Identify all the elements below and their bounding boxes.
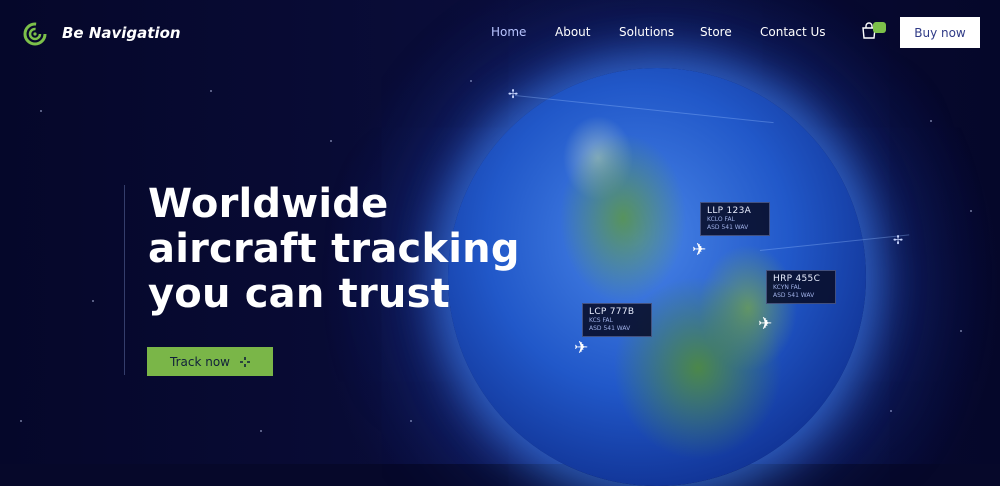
brand-name[interactable]: Be Navigation <box>62 24 181 42</box>
nav-store[interactable]: Store <box>700 25 732 39</box>
plane-icon[interactable]: ✈ <box>758 316 772 333</box>
hero-title-line: Worldwide <box>148 181 389 227</box>
flight-route: ASD 541 WAV <box>773 292 815 299</box>
track-now-label: Track now <box>170 354 230 369</box>
buy-now-button[interactable]: Buy now <box>900 17 980 48</box>
nav-contact-us[interactable]: Contact Us <box>760 25 826 39</box>
flight-origin: KCLO FAL <box>707 216 735 223</box>
nav-about[interactable]: About <box>555 25 590 39</box>
logo-icon[interactable] <box>23 22 47 46</box>
site-header: Be Navigation Home About Solutions Store… <box>0 0 1000 66</box>
hero-title-line: aircraft tracking <box>148 226 520 272</box>
cart-badge <box>873 22 886 33</box>
flight-tag[interactable]: HRP 455C KCYN FAL ASD 541 WAV <box>766 270 836 304</box>
flight-code: LLP 123A <box>707 206 752 216</box>
flight-origin: KCS FAL <box>589 317 613 324</box>
track-now-button[interactable]: Track now <box>147 347 273 376</box>
satellite-icon: ✢ <box>893 233 904 247</box>
nav-solutions[interactable]: Solutions <box>619 25 674 39</box>
flight-code: HRP 455C <box>773 274 821 284</box>
plane-icon[interactable]: ✈ <box>574 340 588 357</box>
hero-title-line: you can trust <box>148 271 450 317</box>
flight-code: LCP 777B <box>589 307 635 317</box>
hero-title: Worldwide aircraft tracking you can trus… <box>148 182 568 317</box>
plane-icon[interactable]: ✈ <box>692 242 706 259</box>
crosshair-icon <box>239 356 250 367</box>
flight-tag[interactable]: LLP 123A KCLO FAL ASD 541 WAV <box>700 202 770 236</box>
nav-home[interactable]: Home <box>491 25 526 39</box>
hero-divider <box>124 185 125 375</box>
flight-route: ASD 541 WAV <box>589 325 631 332</box>
flight-tag[interactable]: LCP 777B KCS FAL ASD 541 WAV <box>582 303 652 337</box>
flight-origin: KCYN FAL <box>773 284 802 291</box>
satellite-icon: ✢ <box>508 87 519 101</box>
flight-route: ASD 541 WAV <box>707 224 749 231</box>
